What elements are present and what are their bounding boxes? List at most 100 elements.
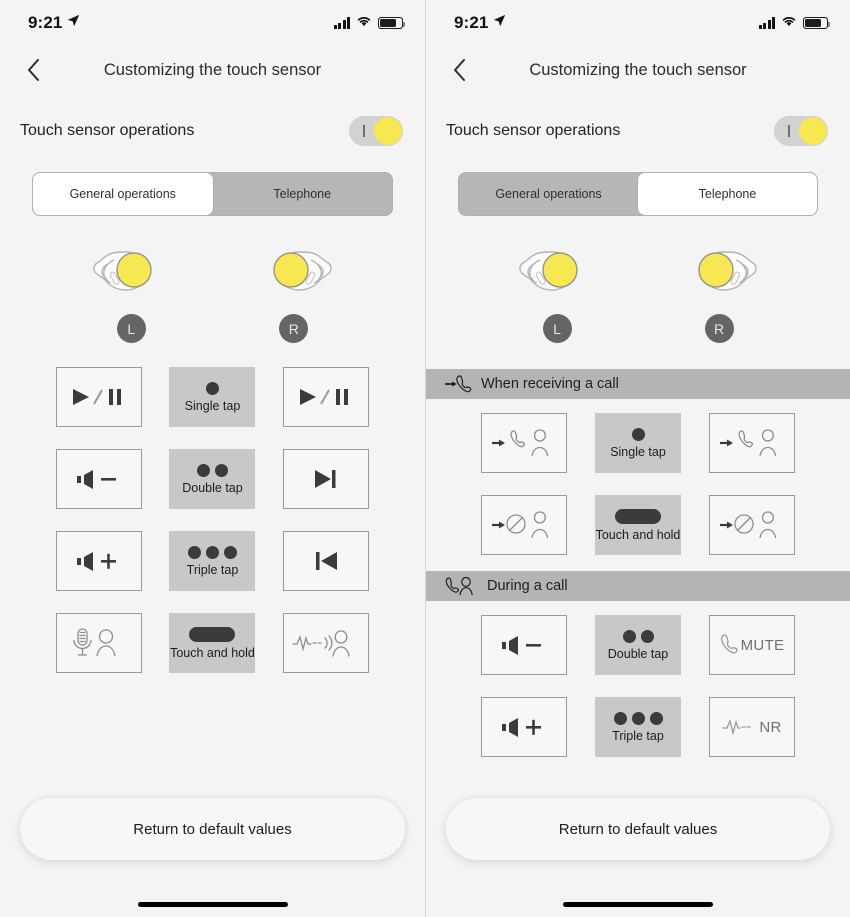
bottom-bar: Return to default values <box>0 780 425 917</box>
touch-sensor-label: Touch sensor operations <box>20 122 195 139</box>
chevron-left-icon <box>28 59 39 81</box>
tab-general-operations[interactable]: General operations <box>459 173 638 215</box>
triple-tap-icon <box>613 711 663 725</box>
mute-icon <box>720 634 738 654</box>
action-left-play-pause[interactable] <box>55 367 142 427</box>
action-left-reject-call[interactable] <box>481 495 567 555</box>
during-call-icon <box>445 576 473 596</box>
earbud-right-icon <box>698 251 757 291</box>
earbud-right[interactable]: R <box>255 244 333 343</box>
gesture-label: Touch and hold <box>170 645 255 660</box>
gesture-double-tap[interactable]: Double tap <box>595 615 681 675</box>
double-tap-icon <box>196 463 228 477</box>
noise-reduction-label: NR <box>759 718 782 736</box>
gesture-triple-tap[interactable]: Triple tap <box>595 697 681 757</box>
action-right-reject-call[interactable] <box>709 495 795 555</box>
tab-telephone[interactable]: Telephone <box>213 173 393 215</box>
scroll-content: Touch sensor operations General operatio… <box>426 94 850 780</box>
action-left-volume-up[interactable] <box>481 697 567 757</box>
wifi-icon <box>781 14 797 32</box>
bottom-bar: Return to default values <box>426 780 850 917</box>
nav-bar: Customizing the touch sensor <box>0 46 425 94</box>
gesture-triple-tap[interactable]: Triple tap <box>169 531 256 591</box>
status-time: 9:21 <box>28 13 63 32</box>
status-indicators <box>758 14 831 32</box>
cellular-bars-icon <box>758 17 775 29</box>
action-right-noise-reduction[interactable]: NR <box>709 697 795 757</box>
segmented-control: General operations Telephone <box>32 172 393 216</box>
back-button[interactable] <box>444 55 474 85</box>
reset-to-default-button[interactable]: Return to default values <box>20 798 405 860</box>
previous-track-icon <box>316 552 338 570</box>
action-right-mute[interactable]: MUTE <box>709 615 795 675</box>
status-indicators <box>333 14 406 32</box>
status-bar: 9:21 <box>0 0 425 46</box>
earbud-left-badge: L <box>116 314 146 343</box>
gesture-grid-during-call: Double tap MUTE Triple tap NR <box>426 601 850 757</box>
gesture-single-tap[interactable]: Single tap <box>595 413 681 473</box>
segmented-control-wrap: General operations Telephone <box>0 146 425 216</box>
incoming-call-icon <box>445 375 472 393</box>
tab-general-operations[interactable]: General operations <box>33 173 213 215</box>
ambient-sound-icon <box>292 630 350 657</box>
earbud-left-icon <box>519 251 578 291</box>
battery-icon <box>803 17 831 29</box>
answer-call-icon <box>492 429 549 457</box>
single-tap-icon <box>205 381 219 395</box>
gesture-touch-and-hold[interactable]: Touch and hold <box>595 495 681 555</box>
earbuds-row: L R <box>0 216 425 343</box>
touch-sensor-toggle-row: Touch sensor operations <box>426 94 850 146</box>
next-track-icon <box>315 470 336 488</box>
noise-reduction-icon <box>722 718 752 736</box>
triple-tap-icon <box>187 545 237 559</box>
segmented-control: General operations Telephone <box>458 172 818 216</box>
action-left-volume-down[interactable] <box>481 615 567 675</box>
action-right-answer-call[interactable] <box>709 413 795 473</box>
touch-sensor-toggle-row: Touch sensor operations <box>0 94 425 146</box>
action-right-play-pause[interactable] <box>283 367 370 427</box>
play-pause-icon <box>72 389 121 405</box>
reject-call-icon <box>492 511 549 539</box>
switch-on-icon <box>363 125 365 137</box>
switch-on-icon <box>788 125 790 137</box>
gesture-double-tap[interactable]: Double tap <box>169 449 256 509</box>
status-bar: 9:21 <box>426 0 850 46</box>
gesture-grid-general: Single tap Double tap Triple tap Touch a… <box>0 343 425 673</box>
gesture-label: Triple tap <box>612 728 664 743</box>
single-tap-icon <box>631 427 645 441</box>
screenshot-stage: 9:21 Customizing the touch sensor Touch … <box>0 0 850 917</box>
touch-sensor-switch[interactable] <box>774 116 828 146</box>
switch-knob <box>374 117 402 145</box>
action-left-volume-down[interactable] <box>55 449 142 509</box>
double-tap-icon <box>622 629 654 643</box>
action-right-next-track[interactable] <box>283 449 370 509</box>
gesture-label: Triple tap <box>186 562 239 577</box>
action-right-ambient-sound[interactable] <box>283 613 370 673</box>
reset-to-default-button[interactable]: Return to default values <box>446 798 830 860</box>
tab-telephone[interactable]: Telephone <box>638 173 817 215</box>
home-indicator <box>563 902 713 907</box>
earbud-left[interactable]: L <box>518 244 596 343</box>
phone-screen-telephone: 9:21 Customizing the touch sensor Touch … <box>425 0 850 917</box>
gesture-touch-and-hold[interactable]: Touch and hold <box>169 613 256 673</box>
volume-down-icon <box>76 470 116 489</box>
action-right-previous-track[interactable] <box>283 531 370 591</box>
earbud-right-icon <box>273 251 332 291</box>
home-indicator <box>137 902 288 907</box>
action-left-volume-up[interactable] <box>55 531 142 591</box>
section-label: During a call <box>487 578 568 594</box>
status-time: 9:21 <box>454 13 489 32</box>
gesture-grid-receiving-call: Single tap Touch and hold <box>426 399 850 555</box>
earbud-left-icon <box>93 251 152 291</box>
earbud-right[interactable]: R <box>680 244 758 343</box>
earbud-left[interactable]: L <box>92 244 170 343</box>
earbud-right-badge: R <box>279 314 309 343</box>
answer-call-icon <box>720 429 777 457</box>
section-header-during-call: During a call <box>426 571 850 601</box>
gesture-single-tap[interactable]: Single tap <box>169 367 256 427</box>
action-left-answer-call[interactable] <box>481 413 567 473</box>
action-left-voice-assistant[interactable] <box>55 613 142 673</box>
back-button[interactable] <box>18 55 48 85</box>
touch-sensor-switch[interactable] <box>349 116 403 146</box>
page-title: Customizing the touch sensor <box>103 60 322 79</box>
